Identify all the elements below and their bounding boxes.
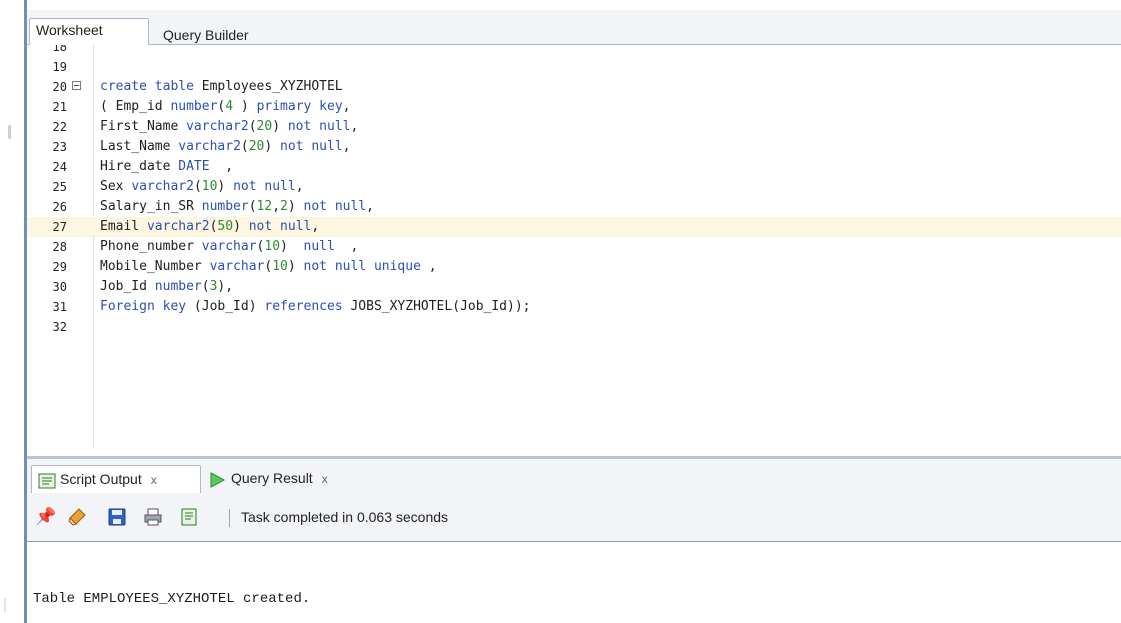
code-line[interactable]: 22 First_Name varchar2(20) not null,	[27, 117, 1121, 137]
tab-worksheet[interactable]: Worksheet	[29, 18, 149, 45]
code-line[interactable]: 29 Mobile_Number varchar(10) not null uni…	[27, 257, 1121, 277]
close-icon[interactable]: x	[322, 472, 328, 486]
print-icon[interactable]	[143, 507, 163, 527]
line-number: 21	[52, 100, 67, 114]
line-number: 32	[52, 320, 67, 334]
code-line[interactable]: 24 Hire_date DATE ,	[27, 157, 1121, 177]
line-number: 28	[52, 240, 67, 254]
code-text: Mobile_Number varchar(10) not null uniqu…	[100, 259, 437, 274]
code-line[interactable]: 32	[27, 317, 1121, 337]
line-number: 26	[52, 200, 67, 214]
code-line[interactable]: 20 create table Employees_XYZHOTEL	[27, 77, 1121, 97]
close-icon[interactable]: x	[151, 473, 157, 487]
output-tab-bar: Script Output x Query Result x	[27, 459, 1121, 498]
code-text: Foreign key (Job_Id) references JOBS_XYZ…	[100, 299, 531, 314]
editor-tab-bar: Worksheet Query Builder	[27, 10, 1121, 45]
tab-label: Query Result	[231, 470, 313, 486]
code-line[interactable]: 21 ( Emp_id number(4 ) primary key,	[27, 97, 1121, 117]
code-text: Hire_date DATE ,	[100, 159, 234, 174]
line-number: 31	[52, 300, 67, 314]
code-text: ( Emp_id number(4 ) primary key,	[100, 99, 351, 114]
line-number: 18	[52, 45, 67, 54]
line-number: 23	[52, 140, 67, 154]
code-line[interactable]: 18	[27, 45, 1121, 57]
script-output-pane[interactable]: Table EMPLOYEES_XYZHOTEL created.	[27, 542, 1121, 623]
code-text: Phone_number varchar(10) null ,	[100, 239, 359, 254]
line-number: 24	[52, 160, 67, 174]
line-number: 25	[52, 180, 67, 194]
fold-collapse-icon[interactable]	[72, 81, 81, 90]
code-line[interactable]: 25 Sex varchar2(10) not null,	[27, 177, 1121, 197]
output-toolbar: 📌 Task completed in 0.063 seconds	[27, 497, 1121, 542]
status-message: Task completed in 0.063 seconds	[241, 509, 449, 525]
pin-icon[interactable]: 📌	[35, 507, 56, 527]
tab-script-output[interactable]: Script Output x	[31, 465, 201, 493]
script-output-icon	[38, 471, 56, 497]
line-number: 19	[52, 60, 67, 74]
code-text: Email varchar2(50) not null,	[100, 219, 320, 234]
tab-query-result[interactable]: Query Result x	[203, 465, 343, 493]
code-line[interactable]: 30 Job_Id number(3),	[27, 277, 1121, 297]
code-line[interactable]: 19	[27, 57, 1121, 77]
code-text: Last_Name varchar2(20) not null,	[100, 139, 351, 154]
code-line[interactable]: 26 Salary_in_SR number(12,2) not null,	[27, 197, 1121, 217]
output-text: Table EMPLOYEES_XYZHOTEL created.	[33, 591, 311, 607]
document-icon[interactable]	[179, 507, 199, 527]
left-dock-strip	[0, 0, 14, 623]
code-text: Salary_in_SR number(12,2) not null,	[100, 199, 374, 214]
code-line[interactable]: 31 Foreign key (Job_Id) references JOBS_X…	[27, 297, 1121, 317]
code-line[interactable]: 27 Email varchar2(50) not null,	[27, 217, 1121, 237]
line-number: 30	[52, 280, 67, 294]
dock-grip[interactable]	[8, 125, 11, 139]
save-icon[interactable]	[107, 507, 127, 527]
code-text: Job_Id number(3),	[100, 279, 234, 294]
tab-label: Script Output	[60, 471, 142, 487]
toolbar-separator	[229, 509, 230, 527]
dock-notch	[4, 598, 6, 612]
line-number: 27	[52, 220, 67, 234]
code-text: create table Employees_XYZHOTEL	[100, 79, 343, 94]
code-text: Sex varchar2(10) not null,	[100, 179, 304, 194]
line-number: 22	[52, 120, 67, 134]
run-arrow-icon	[209, 470, 226, 496]
eraser-icon[interactable]	[67, 507, 87, 527]
code-line[interactable]: 23 Last_Name varchar2(20) not null,	[27, 137, 1121, 157]
code-line[interactable]: 28 Phone_number varchar(10) null ,	[27, 237, 1121, 257]
line-number: 29	[52, 260, 67, 274]
code-text: First_Name varchar2(20) not null,	[100, 119, 359, 134]
sql-editor[interactable]: 18 19 20 create table Employees_XYZHOTEL 21 (…	[27, 45, 1121, 448]
line-number: 20	[52, 80, 67, 94]
